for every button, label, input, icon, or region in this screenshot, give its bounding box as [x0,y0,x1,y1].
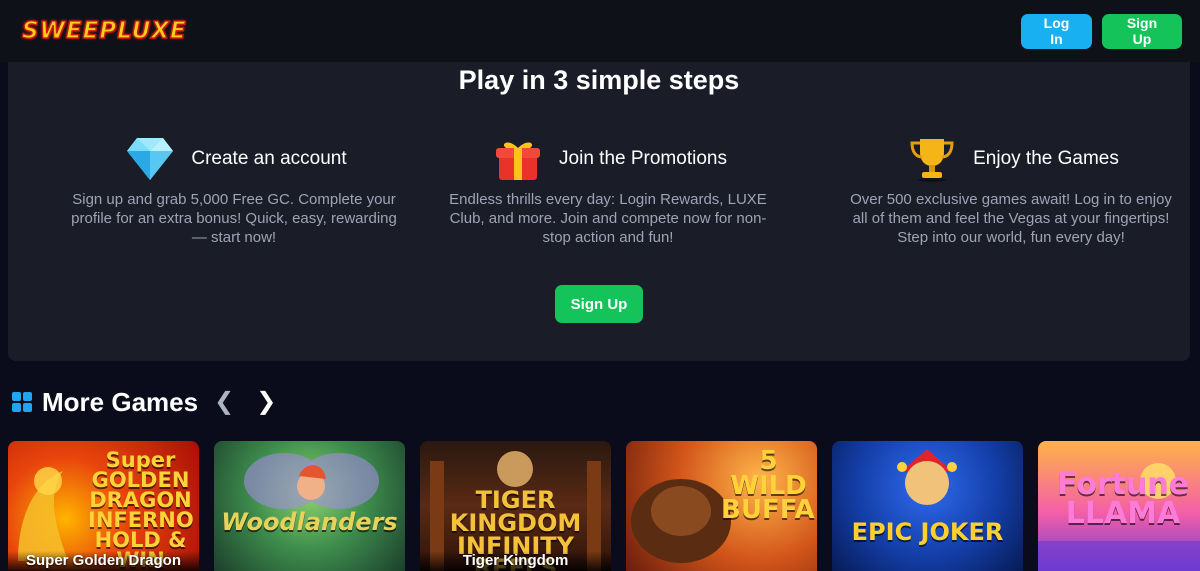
steps-panel: Play in 3 simple steps Create an account… [8,62,1190,361]
step-title: Create an account [191,148,347,169]
chevron-left-icon[interactable]: ❮ [208,390,240,414]
game-card-5-wild-buffalo[interactable]: 5 WILD BUFFALO [626,441,817,571]
steps-signup-button[interactable]: Sign Up [555,285,643,323]
game-card-super-golden-dragon[interactable]: Super GOLDEN DRAGON INFERNO HOLD & WIN S… [8,441,199,571]
fairy-artwork [244,453,379,509]
diamond-icon [121,134,179,184]
more-games-header: More Games ❮ ❯ [12,386,282,418]
game-logo: Fortune LLAMA [1056,467,1190,531]
game-title: Super Golden Dragon [8,551,199,571]
game-card-epic-joker[interactable]: EPIC JOKER [832,441,1023,571]
step-description: Sign up and grab 5,000 Free GC. Complete… [71,191,397,246]
gift-icon [489,134,547,184]
game-logo: EPIC JOKER [851,518,1004,546]
step-enjoy-games: Enjoy the Games Over 500 exclusive games… [841,134,1181,247]
game-card-woodlanders[interactable]: Woodlanders [214,441,405,571]
game-card-tiger-kingdom[interactable]: TIGER KINGDOM INFINITY REELS Tiger Kingd… [420,441,611,571]
step-description: Over 500 exclusive games await! Log in t… [850,191,1172,246]
chevron-right-icon[interactable]: ❯ [250,390,282,414]
step-title: Join the Promotions [559,148,727,169]
game-title: Tiger Kingdom [420,551,611,571]
game-logo: Woodlanders [221,508,398,536]
step-create-account: Create an account Sign up and grab 5,000… [64,134,404,247]
games-carousel: Super GOLDEN DRAGON INFERNO HOLD & WIN S… [8,441,1200,571]
more-games-title: More Games [42,386,199,417]
header-signup-button[interactable]: Sign Up [1102,13,1182,49]
game-card-fortune-llama[interactable]: Fortune LLAMA [1038,441,1200,571]
steps-title: Play in 3 simple steps [458,65,740,95]
step-join-promotions: Join the Promotions Endless thrills ever… [438,134,778,247]
grid-icon [12,392,32,412]
trophy-icon [903,134,961,184]
step-title: Enjoy the Games [973,148,1119,169]
sweepluxe-logo[interactable]: SWEEPLUXE [21,17,187,44]
auth-buttons: Log In Sign Up [1021,13,1182,49]
game-logo: 5 WILD BUFFALO [721,446,817,526]
joker-artwork [897,449,957,505]
top-header: SWEEPLUXE Log In Sign Up [0,0,1200,62]
step-description: Endless thrills every day: Login Rewards… [449,191,767,246]
login-button[interactable]: Log In [1021,13,1092,49]
